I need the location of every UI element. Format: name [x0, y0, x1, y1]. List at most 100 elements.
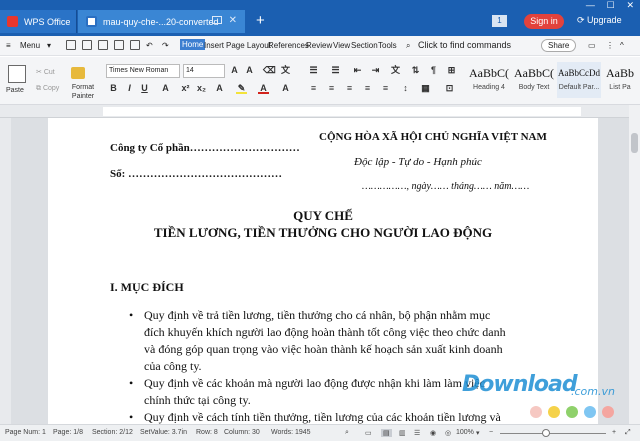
hamburger-icon[interactable]: ≡ — [6, 41, 11, 50]
print-preview-icon[interactable] — [130, 40, 140, 50]
format-painter-icon[interactable] — [71, 67, 85, 79]
decrease-indent-icon[interactable]: ⇤ — [352, 65, 363, 76]
shrink-font-icon[interactable]: A — [244, 65, 255, 76]
reading-mode-icon[interactable]: ◉ — [430, 429, 436, 437]
bold-icon[interactable]: B — [108, 83, 119, 94]
chevron-down-icon[interactable]: ▾ — [47, 41, 51, 50]
upgrade-button[interactable]: ⟳ Upgrade — [577, 15, 622, 26]
chinese-layout-icon[interactable]: 文 — [390, 65, 401, 76]
align-right-icon[interactable]: ≡ — [344, 83, 355, 94]
menu-button[interactable]: Menu — [20, 41, 40, 50]
print-layout-icon[interactable]: ▤ — [381, 429, 392, 437]
font-size-select[interactable]: 14 — [183, 64, 225, 78]
tab-section[interactable]: Section — [351, 41, 378, 50]
vertical-ruler[interactable] — [0, 118, 11, 424]
distributed-icon[interactable]: ≡ — [380, 83, 391, 94]
subscript-icon[interactable]: x₂ — [196, 83, 207, 94]
watermark-suffix: .com.vn — [571, 385, 615, 398]
bullets-icon[interactable]: ☰ — [308, 65, 319, 76]
style-heading-4[interactable]: AaBbC(Heading 4 — [467, 62, 511, 98]
document-tab[interactable]: mau-quy-che-...20-converted ✕ — [78, 10, 245, 33]
tab-insert[interactable]: Insert — [204, 41, 224, 50]
numbering-icon[interactable]: ☰ — [330, 65, 341, 76]
cut-button[interactable]: ✂ Cut — [36, 68, 55, 76]
monitor-icon[interactable] — [212, 16, 222, 24]
character-border-icon[interactable]: A — [280, 83, 291, 94]
justify-icon[interactable]: ≡ — [362, 83, 373, 94]
vertical-scrollbar[interactable] — [629, 105, 640, 424]
phonetic-icon[interactable]: 文 — [280, 65, 291, 76]
print-icon[interactable] — [114, 40, 124, 50]
table-icon[interactable]: ⊞ — [446, 65, 457, 76]
increase-indent-icon[interactable]: ⇥ — [370, 65, 381, 76]
status-words[interactable]: Words: 1945 — [271, 429, 311, 436]
comment-icon[interactable]: ▭ — [588, 41, 596, 50]
paste-button[interactable]: Paste — [6, 87, 24, 94]
more-icon[interactable]: ⋮ — [606, 41, 614, 50]
scrollbar-thumb[interactable] — [631, 133, 638, 153]
italic-icon[interactable]: I — [124, 83, 135, 94]
bullet: • — [129, 376, 134, 390]
outline-view-icon[interactable]: ☰ — [414, 429, 420, 437]
paste-icon[interactable] — [8, 65, 26, 83]
clear-format-icon[interactable]: ⌫ — [263, 65, 276, 76]
tab-review[interactable]: Review — [306, 41, 332, 50]
underline-icon[interactable]: U — [139, 83, 150, 94]
sort-icon[interactable]: ⇅ — [410, 65, 421, 76]
show-marks-icon[interactable]: ¶ — [428, 65, 439, 76]
eye-protection-icon[interactable]: ◎ — [445, 429, 451, 437]
zoom-out-icon[interactable]: − — [489, 429, 493, 436]
zoom-dropdown-icon[interactable]: ▾ — [476, 429, 480, 437]
page-view-icon[interactable]: ▭ — [365, 429, 372, 437]
format-painter-button[interactable]: Format Painter — [68, 83, 98, 101]
command-search[interactable]: Click to find commands — [418, 40, 511, 50]
zoom-slider[interactable] — [500, 433, 606, 434]
sign-in-button[interactable]: Sign in — [524, 14, 564, 29]
export-pdf-icon[interactable] — [98, 40, 108, 50]
save-icon[interactable] — [82, 40, 92, 50]
maximize-icon[interactable]: ☐ — [607, 0, 615, 12]
close-window-icon[interactable]: ✕ — [627, 0, 635, 12]
copy-button[interactable]: ⧉ Copy — [36, 85, 59, 93]
superscript-icon[interactable]: x² — [180, 83, 191, 94]
grow-font-icon[interactable]: A — [229, 65, 240, 76]
app-tab[interactable]: WPS Office — [0, 10, 77, 33]
style-default-paragraph[interactable]: AaBbCcDd Default Par... — [557, 62, 601, 98]
web-layout-icon[interactable]: ▥ — [399, 429, 406, 437]
style-body-text[interactable]: AaBbC(Body Text — [512, 62, 556, 98]
share-button[interactable]: Share — [541, 39, 577, 52]
close-tab-icon[interactable]: ✕ — [229, 15, 237, 26]
style-list-paragraph[interactable]: AaBb List Pa — [604, 62, 636, 98]
strikethrough-icon[interactable]: A — [160, 83, 171, 94]
text-effect-icon[interactable]: A — [214, 83, 225, 94]
watermark-dot — [530, 406, 542, 418]
highlight-icon[interactable]: ✎ — [236, 83, 247, 94]
undo-icon[interactable]: ↶ — [146, 41, 153, 50]
status-page-num[interactable]: Page Num: 1 — [5, 429, 46, 436]
zoom-level[interactable]: 100% — [456, 429, 474, 436]
new-tab-button[interactable]: + — [256, 11, 265, 31]
fit-window-icon[interactable]: ⤢ — [625, 429, 631, 437]
tab-references[interactable]: References — [268, 41, 309, 50]
horizontal-ruler[interactable] — [0, 105, 640, 118]
redo-icon[interactable]: ↷ — [162, 41, 169, 50]
minimize-icon[interactable]: — — [586, 0, 595, 12]
line-spacing-icon[interactable]: ↕ — [400, 83, 411, 94]
tab-tools[interactable]: Tools — [378, 41, 397, 50]
spellcheck-icon[interactable]: ⌕ — [345, 429, 349, 437]
menu-bar: ≡ Menu ▾ ↶ ↷ Home Insert Page Layout Ref… — [0, 36, 640, 56]
collapse-ribbon-icon[interactable]: ^ — [620, 41, 624, 50]
style-label: Default Par... — [558, 84, 600, 91]
font-select[interactable]: Times New Roman — [106, 64, 180, 78]
tab-view[interactable]: View — [333, 41, 350, 50]
shading-icon[interactable]: ▦ — [420, 83, 431, 94]
tab-home[interactable]: Home — [180, 39, 206, 50]
zoom-in-icon[interactable]: + — [612, 429, 616, 436]
open-folder-icon[interactable] — [66, 40, 76, 50]
align-center-icon[interactable]: ≡ — [326, 83, 337, 94]
zoom-slider-thumb[interactable] — [542, 429, 550, 437]
font-color-icon[interactable]: A — [258, 83, 269, 94]
borders-icon[interactable]: ⊡ — [444, 83, 455, 94]
align-left-icon[interactable]: ≡ — [308, 83, 319, 94]
tab-page-layout[interactable]: Page Layout — [226, 41, 271, 50]
